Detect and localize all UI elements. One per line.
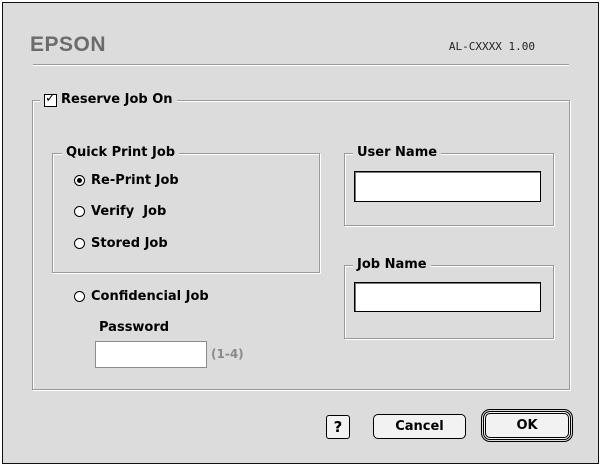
radio-reprint-label: Re-Print Job xyxy=(91,173,179,188)
header-divider xyxy=(33,64,569,66)
password-range-hint: (1-4) xyxy=(211,347,244,361)
job-name-title: Job Name xyxy=(353,257,431,273)
ok-button[interactable]: OK xyxy=(481,409,573,442)
model-version: AL-CXXXX 1.00 xyxy=(448,40,535,53)
password-label: Password xyxy=(99,320,170,335)
question-icon: ? xyxy=(333,418,343,436)
radio-stored-indicator[interactable] xyxy=(74,238,85,249)
help-button[interactable]: ? xyxy=(326,415,350,439)
radio-confidential-indicator[interactable] xyxy=(74,291,85,302)
radio-confidential-label: Confidencial Job xyxy=(91,289,209,304)
cancel-button[interactable]: Cancel xyxy=(373,414,466,439)
password-field[interactable] xyxy=(95,341,207,368)
reserve-job-label: Reserve Job On xyxy=(61,92,173,107)
reserve-job-checkbox[interactable] xyxy=(44,91,57,107)
user-name-field[interactable] xyxy=(354,171,541,202)
job-name-field[interactable] xyxy=(354,282,541,312)
reserve-job-toggle[interactable]: Reserve Job On xyxy=(40,91,177,108)
radio-verify-indicator[interactable] xyxy=(74,206,85,217)
radio-reprint-job[interactable]: Re-Print Job xyxy=(74,173,179,188)
radio-verify-job[interactable]: Verify Job xyxy=(74,204,166,219)
radio-stored-label: Stored Job xyxy=(91,236,168,251)
quick-print-title: Quick Print Job xyxy=(62,145,180,161)
radio-verify-label: Verify Job xyxy=(91,204,167,219)
radio-confidential-job[interactable]: Confidencial Job xyxy=(74,289,209,304)
radio-stored-job[interactable]: Stored Job xyxy=(74,236,168,251)
radio-reprint-indicator[interactable] xyxy=(74,175,85,186)
password-input[interactable] xyxy=(96,342,206,367)
user-name-input[interactable] xyxy=(355,172,540,201)
job-name-input[interactable] xyxy=(355,283,540,311)
dialog-window: EPSON AL-CXXXX 1.00 Reserve Job On Quick… xyxy=(2,2,599,464)
user-name-title: User Name xyxy=(353,145,442,161)
epson-logo: EPSON xyxy=(30,33,107,56)
